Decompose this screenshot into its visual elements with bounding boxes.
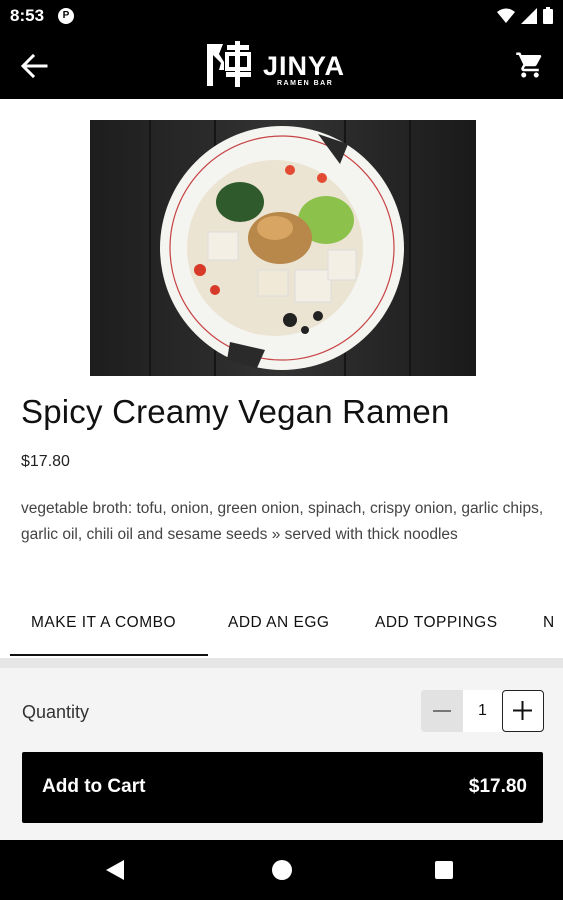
add-to-cart-label: Add to Cart <box>42 776 146 797</box>
logo-name: JINYA <box>263 51 345 81</box>
tab-indicator <box>10 654 208 656</box>
increment-button[interactable] <box>502 690 544 732</box>
product-title: Spicy Creamy Vegan Ramen <box>21 393 450 430</box>
tab-make-it-a-combo[interactable]: MAKE IT A COMBO <box>31 614 176 632</box>
decrement-button[interactable] <box>421 690 463 732</box>
notification-icon: P <box>58 8 74 24</box>
cart-icon[interactable] <box>515 50 545 80</box>
ramen-photo <box>90 120 476 376</box>
ramen-illustration <box>90 120 476 376</box>
nav-back-icon[interactable] <box>104 858 126 882</box>
quantity-stepper: 1 <box>421 690 544 732</box>
app-bar: JINYA RAMEN BAR <box>0 32 563 99</box>
product-price: $17.80 <box>21 453 70 470</box>
plus-icon <box>513 701 532 720</box>
minus-icon <box>433 710 451 712</box>
tab-add-toppings[interactable]: ADD TOPPINGS <box>375 614 498 632</box>
product-description: vegetable broth: tofu, onion, green onio… <box>21 500 544 543</box>
quantity-label: Quantity <box>22 702 90 722</box>
tab-add-an-egg[interactable]: ADD AN EGG <box>228 614 329 632</box>
add-to-cart-price: $17.80 <box>468 776 527 797</box>
quantity-value: 1 <box>463 690 502 732</box>
logo-tagline: RAMEN BAR <box>277 80 333 87</box>
logo-mark: JINYA RAMEN BAR <box>207 41 345 87</box>
jinya-logo: JINYA RAMEN BAR <box>205 41 357 89</box>
back-arrow-icon[interactable] <box>18 50 50 82</box>
system-nav-bar <box>0 840 563 900</box>
status-bar: 8:53 P <box>0 0 563 32</box>
add-to-cart-button[interactable]: Add to Cart $17.80 <box>22 752 543 823</box>
signal-icon <box>521 7 537 24</box>
status-icons <box>497 7 553 24</box>
tab-partial-next[interactable]: N <box>543 614 555 632</box>
nav-home-icon[interactable] <box>272 860 292 880</box>
section-divider <box>0 658 563 668</box>
option-tabs: MAKE IT A COMBO ADD AN EGG ADD TOPPINGS … <box>0 600 563 657</box>
wifi-icon <box>497 8 515 23</box>
nav-recents-icon[interactable] <box>435 861 453 879</box>
status-time: 8:53 <box>10 6 45 25</box>
battery-icon <box>543 7 553 24</box>
